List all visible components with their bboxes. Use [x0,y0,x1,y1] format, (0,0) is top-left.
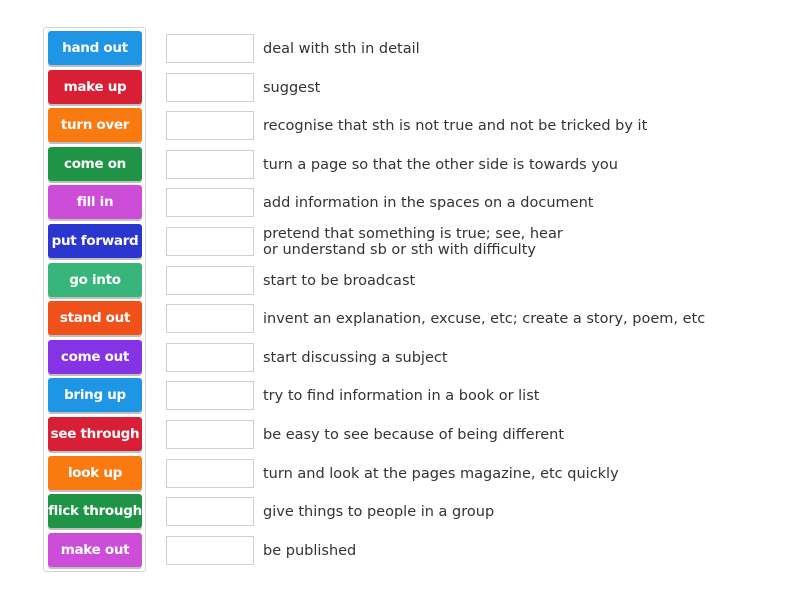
match-row: be easy to see because of being differen… [166,420,766,450]
drop-zone[interactable] [166,497,254,527]
match-row: invent an explanation, excuse, etc; crea… [166,304,766,334]
drop-zone[interactable] [166,188,254,218]
match-row: pretend that something is true; see, hea… [166,226,766,258]
drop-zone[interactable] [166,265,254,295]
match-row: start discussing a subject [166,342,766,373]
definition-text: suggest [263,79,321,96]
definition-text: try to find information in a book or lis… [263,388,540,405]
answer-tile[interactable]: hand out [48,31,142,65]
definition-text: turn a page so that the other side is to… [263,156,618,173]
drop-zone[interactable] [166,72,254,102]
definition-text: pretend that something is true; see, hea… [263,226,563,258]
drop-zone[interactable] [166,111,254,141]
answer-tile[interactable]: bring up [48,378,142,413]
drop-zone[interactable] [166,342,254,372]
answer-tile[interactable]: come out [48,339,142,374]
match-row: recognise that sth is not true and not b… [166,111,766,141]
match-row: deal with sth in detail [166,34,766,64]
answer-tile[interactable]: stand out [48,301,142,336]
definition-text: be published [263,542,357,559]
match-row: try to find information in a book or lis… [166,381,766,411]
drop-zone[interactable] [166,535,254,565]
drop-zone[interactable] [166,149,254,179]
drop-zone[interactable] [166,34,254,63]
answer-tile[interactable]: go into [48,262,142,297]
answer-tile[interactable]: look up [48,455,142,490]
match-row: start to be broadcast [166,265,766,296]
definition-text: add information in the spaces on a docum… [263,195,594,212]
answer-tile[interactable]: flick through [48,494,142,529]
answer-tile[interactable]: put forward [48,224,142,258]
match-row: give things to people in a group [166,497,766,527]
match-row: suggest [166,72,766,103]
answer-tile[interactable]: make up [48,69,142,104]
definition-text: turn and look at the pages magazine, etc… [263,465,619,482]
match-row: be published [166,535,766,566]
answer-tile[interactable]: make out [48,532,142,567]
answer-tile-tray: hand out make up turn over come on fill in pu… [43,27,146,572]
drop-zone[interactable] [166,458,254,488]
definition-text: give things to people in a group [263,504,495,521]
definition-text: deal with sth in detail [263,41,420,57]
definition-text: start discussing a subject [263,349,448,366]
drop-zone[interactable] [166,304,254,334]
definition-text: recognise that sth is not true and not b… [263,118,648,135]
match-row: turn and look at the pages magazine, etc… [166,458,766,489]
drop-zone[interactable] [166,420,254,449]
definition-text: start to be broadcast [263,272,416,289]
drop-zone[interactable] [166,381,254,411]
definition-text: be easy to see because of being differen… [263,427,565,443]
answer-tile[interactable]: see through [48,417,142,451]
answer-tile[interactable]: fill in [48,185,142,220]
drop-zone[interactable] [166,227,254,256]
answer-tile[interactable]: turn over [48,108,142,143]
answer-tile[interactable]: come on [48,146,142,181]
definition-text: invent an explanation, excuse, etc; crea… [263,311,706,328]
match-row: add information in the spaces on a docum… [166,188,766,218]
match-row: turn a page so that the other side is to… [166,149,766,180]
